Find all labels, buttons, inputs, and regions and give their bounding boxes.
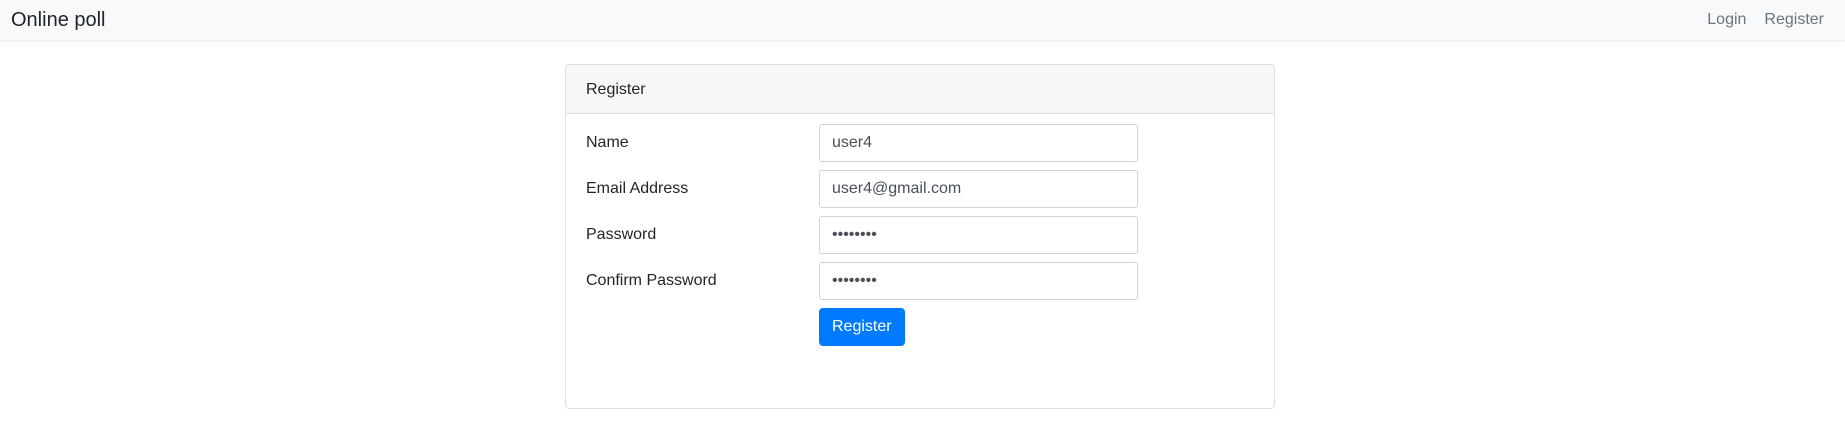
password-row: Password	[566, 216, 1274, 254]
nav-links: Login Register	[1707, 10, 1824, 30]
login-link[interactable]: Login	[1707, 10, 1746, 30]
confirm-password-label: Confirm Password	[586, 272, 717, 289]
email-row: Email Address	[566, 170, 1274, 208]
name-row: Name	[566, 124, 1274, 162]
brand-link[interactable]: Online poll	[11, 8, 106, 32]
register-card: Register Name Email Address Password Con…	[565, 64, 1275, 409]
name-label: Name	[586, 134, 629, 151]
register-button[interactable]: Register	[819, 308, 905, 346]
email-label: Email Address	[586, 180, 689, 197]
password-input[interactable]	[819, 216, 1138, 254]
email-input[interactable]	[819, 170, 1138, 208]
register-link[interactable]: Register	[1764, 10, 1824, 30]
password-label: Password	[586, 226, 657, 243]
name-input[interactable]	[819, 124, 1138, 162]
confirm-password-row: Confirm Password	[566, 262, 1274, 300]
submit-row: Register	[566, 308, 1274, 346]
top-navbar: Online poll Login Register	[0, 0, 1845, 41]
confirm-password-input[interactable]	[819, 262, 1138, 300]
card-header: Register	[566, 65, 1274, 114]
